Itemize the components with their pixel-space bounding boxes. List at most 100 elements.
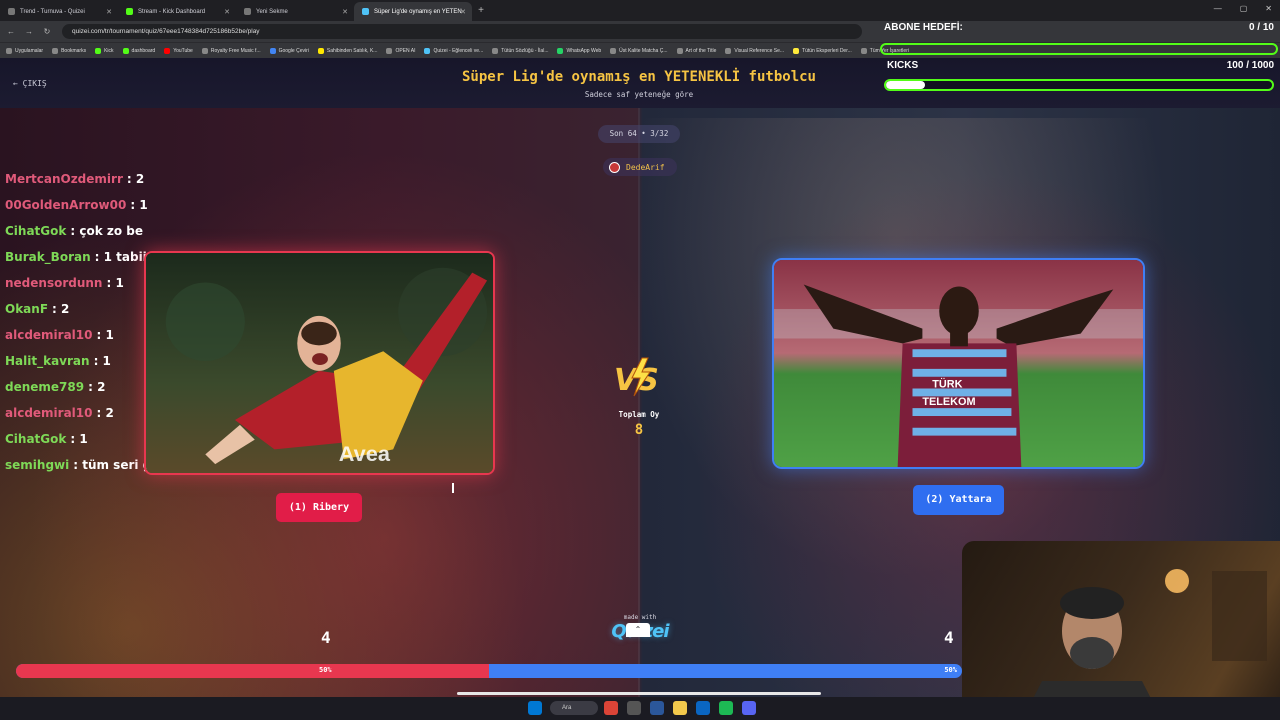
bookmark-label: Google Çeviri bbox=[278, 47, 309, 54]
close-icon[interactable]: ✕ bbox=[342, 8, 348, 16]
choose-left-button[interactable]: (1) Ribery bbox=[276, 493, 362, 522]
chat-text: : 1 bbox=[106, 276, 124, 290]
goal-bar-frame bbox=[880, 43, 1278, 55]
forward-icon[interactable]: → bbox=[22, 27, 36, 36]
edge-icon[interactable] bbox=[696, 701, 710, 715]
translate-icon bbox=[269, 47, 276, 54]
chat-username: semihgwi bbox=[5, 458, 70, 472]
tab-label: Stream - Kick Dashboard bbox=[138, 8, 206, 15]
tab-trend[interactable]: Trend - Turnuva - Quizei ✕ bbox=[0, 2, 118, 21]
bookmark-item[interactable]: Sahibinden Satılık, K... bbox=[317, 47, 377, 54]
close-window-icon[interactable]: ✕ bbox=[1265, 4, 1272, 13]
folder-icon[interactable] bbox=[673, 701, 687, 715]
reload-icon[interactable]: ↻ bbox=[40, 27, 54, 36]
bookmark-label: dashboard bbox=[131, 47, 156, 54]
chat-username: alcdemiral10 bbox=[5, 406, 93, 420]
star-icon bbox=[52, 47, 59, 54]
folder-icon bbox=[860, 47, 867, 54]
bookmark-label: OPEN AI bbox=[395, 47, 416, 54]
bookmark-label: Tütün Eksperleri Der... bbox=[802, 47, 852, 54]
made-with-label: made with bbox=[623, 614, 657, 621]
bookmark-item[interactable]: Visual Reference Se... bbox=[725, 47, 785, 54]
vote-percentage-bar: 50% 50% bbox=[16, 664, 962, 678]
chat-message: MertcanOzdemirr: 2 bbox=[5, 166, 288, 192]
tab-kick-dashboard[interactable]: Stream - Kick Dashboard ✕ bbox=[118, 2, 236, 21]
new-tab-button[interactable]: + bbox=[472, 5, 490, 16]
chat-text: : 2 bbox=[126, 172, 145, 186]
obs-icon[interactable] bbox=[627, 701, 641, 715]
bookmark-label: Royalty Free Music f... bbox=[210, 47, 261, 54]
kicks-count: 100 / 1000 bbox=[1226, 60, 1274, 71]
right-percent-label: 50% bbox=[944, 666, 957, 674]
bookmark-item[interactable]: WhatsApp Web bbox=[557, 47, 601, 54]
minimize-icon[interactable]: — bbox=[1214, 4, 1222, 13]
art-icon bbox=[676, 47, 683, 54]
bookmark-item[interactable]: Royalty Free Music f... bbox=[201, 47, 261, 54]
url-field[interactable]: quizei.com/tr/tournament/quiz/67eee17483… bbox=[62, 24, 862, 39]
bookmark-item[interactable]: Tütün Eksperleri Der... bbox=[793, 47, 852, 54]
bookmark-item[interactable]: Bookmarks bbox=[52, 47, 86, 54]
youtube-icon bbox=[164, 47, 171, 54]
tab-new[interactable]: Yeni Sekme ✕ bbox=[236, 2, 354, 21]
chrome-icon bbox=[244, 8, 251, 15]
kicks-progress-fill bbox=[886, 81, 925, 89]
chat-username: MertcanOzdemirr bbox=[5, 172, 123, 186]
chat-text: : 2 bbox=[88, 380, 106, 394]
author-name: DedeArif bbox=[626, 162, 665, 172]
spotify-icon[interactable] bbox=[719, 701, 733, 715]
chat-text: : 2 bbox=[96, 406, 114, 420]
goal-title: ABONE HEDEFİ: bbox=[884, 22, 963, 33]
back-icon[interactable]: ← bbox=[4, 27, 18, 36]
chrome-icon[interactable] bbox=[604, 701, 618, 715]
chat-username: CihatGok bbox=[5, 432, 67, 446]
discord-icon[interactable] bbox=[742, 701, 756, 715]
kick-icon bbox=[122, 47, 129, 54]
author-badge[interactable]: DedeArif bbox=[603, 158, 677, 176]
close-icon[interactable]: ✕ bbox=[106, 8, 112, 16]
choose-right-button[interactable]: (2) Yattara bbox=[913, 485, 1004, 515]
close-icon[interactable]: ✕ bbox=[224, 8, 230, 16]
total-votes-label: Toplam Oy bbox=[618, 410, 660, 419]
window-controls: — ▢ ✕ bbox=[1214, 4, 1272, 13]
taskbar-icons bbox=[528, 701, 542, 715]
windows-start-icon[interactable] bbox=[528, 701, 542, 715]
bookmark-item[interactable]: dashboard bbox=[122, 47, 156, 54]
bookmark-label: Kick bbox=[104, 47, 114, 54]
maximize-icon[interactable]: ▢ bbox=[1240, 4, 1248, 13]
app-icon[interactable] bbox=[650, 701, 664, 715]
quizei-icon bbox=[424, 47, 431, 54]
quizei-icon bbox=[362, 8, 369, 15]
chevron-up-icon[interactable]: ⌃ bbox=[626, 623, 650, 637]
tab-label: Trend - Turnuva - Quizei bbox=[20, 8, 85, 15]
close-icon[interactable]: ✕ bbox=[460, 8, 466, 16]
bookmark-item[interactable]: OPEN AI bbox=[386, 47, 416, 54]
chat-text: : 1 bbox=[70, 432, 88, 446]
left-percent-label: 50% bbox=[319, 666, 332, 674]
bookmark-item[interactable]: Google Çeviri bbox=[269, 47, 309, 54]
player-photo-ribery: Avea bbox=[146, 253, 493, 473]
tab-quiz-active[interactable]: Süper Lig'de oynamış en YETEN ✕ bbox=[354, 2, 472, 21]
matcha-icon bbox=[610, 47, 617, 54]
bookmark-item[interactable]: Üst Kalite Matcha Ç... bbox=[610, 47, 668, 54]
bookmark-label: Visual Reference Se... bbox=[734, 47, 785, 54]
openai-icon bbox=[386, 47, 393, 54]
bookmark-item[interactable]: YouTube bbox=[164, 47, 193, 54]
bookmark-label: Quizei - Eğlenceli ve... bbox=[433, 47, 484, 54]
tab-favicon-icon bbox=[8, 8, 15, 15]
bookmark-item[interactable]: Tütün Sözlüğü - İlal... bbox=[492, 47, 548, 54]
versus-icon: VS bbox=[614, 357, 659, 398]
kicks-label: KICKS bbox=[887, 60, 919, 71]
choice-card-left[interactable]: Avea bbox=[144, 251, 495, 475]
bookmark-label: YouTube bbox=[173, 47, 193, 54]
chat-message: 00GoldenArrow00: 1 bbox=[5, 192, 288, 218]
bookmark-item[interactable]: Kick bbox=[95, 47, 114, 54]
taskbar-search[interactable]: Ara bbox=[550, 701, 598, 715]
choice-card-right[interactable]: TÜRK TELEKOM bbox=[772, 258, 1145, 469]
music-icon bbox=[201, 47, 208, 54]
bookmark-item[interactable]: Quizei - Eğlenceli ve... bbox=[424, 47, 484, 54]
chat-username: 00GoldenArrow00 bbox=[5, 198, 127, 212]
webcam-feed bbox=[962, 541, 1280, 720]
leaf-icon bbox=[492, 47, 499, 54]
bookmark-item[interactable]: Art of the Title bbox=[676, 47, 716, 54]
bookmark-item[interactable]: Uygulamalar bbox=[6, 47, 43, 54]
